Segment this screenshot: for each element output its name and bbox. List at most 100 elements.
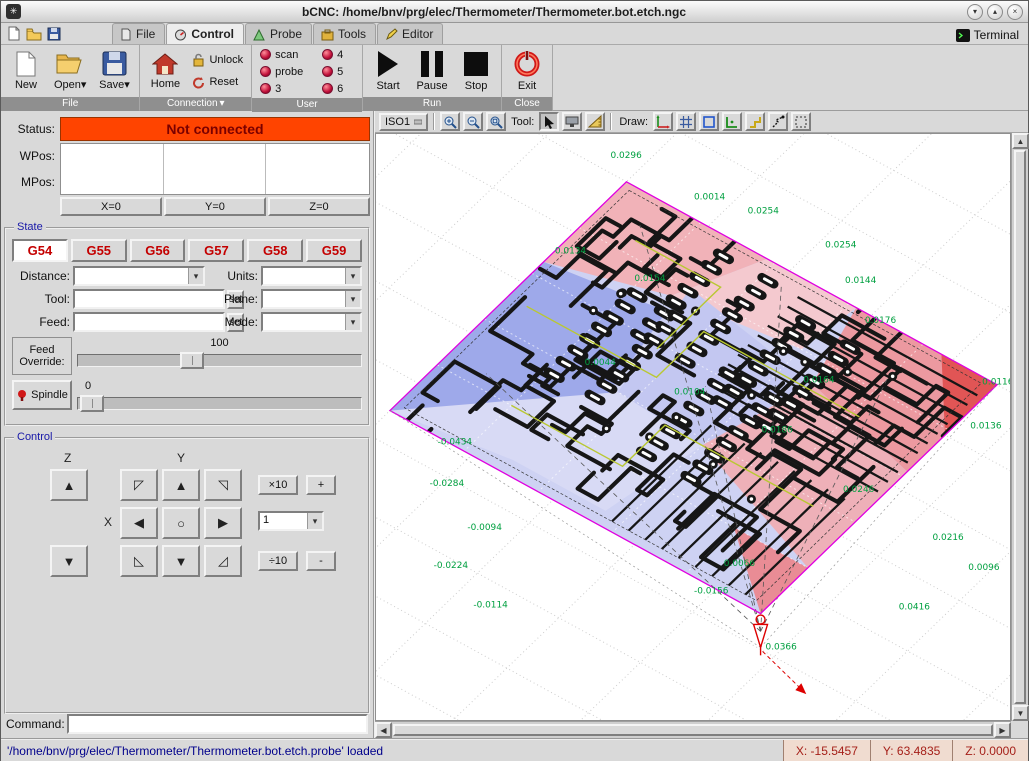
gantry-tool-button[interactable] [562, 112, 582, 131]
tab-file[interactable]: File [112, 23, 165, 44]
horizontal-scrollbar[interactable]: ◀ ▶ [375, 721, 1011, 738]
exit-button[interactable]: Exit [506, 46, 548, 96]
new-button[interactable]: New [5, 46, 47, 96]
tab-probe[interactable]: Probe [245, 23, 312, 44]
step-mul10-button[interactable]: ×10 [258, 475, 298, 495]
tab-file-label: File [136, 27, 155, 41]
jog-xy-se-button[interactable]: ◿ [204, 545, 242, 577]
step-size-select[interactable]: 1▾ [258, 511, 324, 531]
wcs-g57-button[interactable]: G57 [188, 239, 244, 262]
jog-origin-button[interactable]: ○ [162, 507, 200, 539]
user-button-6[interactable]: 6 [318, 81, 358, 97]
spindle-slider[interactable] [77, 397, 362, 410]
wcs-g59-button[interactable]: G59 [306, 239, 362, 262]
draw-workarea-button[interactable] [791, 112, 811, 131]
zero-z-button[interactable]: Z=0 [268, 197, 370, 216]
scroll-left-icon[interactable]: ◀ [375, 722, 392, 738]
plane-select[interactable]: ▾ [261, 289, 362, 309]
window-minimize-button[interactable]: ▾ [967, 4, 983, 20]
tab-control[interactable]: Control [166, 23, 244, 44]
scroll-down-icon[interactable]: ▼ [1012, 705, 1029, 721]
jog-z-minus-button[interactable]: ▼ [50, 545, 88, 577]
scroll-up-icon[interactable]: ▲ [1012, 133, 1029, 149]
save-file-icon[interactable] [44, 24, 64, 43]
start-button[interactable]: Start [367, 46, 409, 96]
chevron-down-icon[interactable]: ▾ [345, 268, 360, 284]
jog-group: Control Z Y ▲ ◸ ▲ ◹ ×10 + X ◀ ○ ▶ 1▾ ▼ ◺… [4, 437, 370, 714]
connection-status[interactable]: Not connected [60, 117, 370, 141]
zoom-fit-button[interactable] [486, 112, 506, 131]
zero-x-button[interactable]: X=0 [60, 197, 162, 216]
wcs-g55-button[interactable]: G55 [71, 239, 127, 262]
chevron-down-icon[interactable]: ▾ [345, 291, 360, 307]
unlock-button-label: Unlock [209, 54, 243, 66]
jog-x-plus-button[interactable]: ▶ [204, 507, 242, 539]
tab-editor[interactable]: Editor [377, 23, 443, 44]
pause-button[interactable]: Pause [411, 46, 453, 96]
window-maximize-button[interactable]: ▴ [987, 4, 1003, 20]
slider-handle[interactable] [80, 395, 104, 412]
unlock-button[interactable]: Unlock [188, 51, 247, 69]
draw-margin-button[interactable] [699, 112, 719, 131]
draw-grid-button[interactable] [676, 112, 696, 131]
open-file-icon[interactable] [24, 24, 44, 43]
wcs-g54-button[interactable]: G54 [12, 239, 68, 262]
feed-override-slider[interactable] [77, 354, 362, 367]
distance-select[interactable]: ▾ [73, 266, 205, 286]
spindle-toggle[interactable]: Spindle [12, 380, 72, 410]
draw-rapid-button[interactable] [768, 112, 788, 131]
step-div10-button[interactable]: ÷10 [258, 551, 298, 571]
horizontal-scroll-thumb[interactable] [393, 724, 993, 736]
scroll-right-icon[interactable]: ▶ [994, 722, 1011, 738]
zoom-in-button[interactable] [440, 112, 460, 131]
jog-y-plus-button[interactable]: ▲ [162, 469, 200, 501]
save-button[interactable]: Save▾ [93, 46, 135, 96]
draw-probe-button[interactable] [722, 112, 742, 131]
ruler-tool-button[interactable] [585, 112, 605, 131]
user-button-probe[interactable]: probe [256, 64, 318, 80]
zoom-out-button[interactable] [463, 112, 483, 131]
tab-tools[interactable]: Tools [313, 23, 376, 44]
user-button-3[interactable]: 3 [256, 81, 318, 97]
jog-xy-nw-button[interactable]: ◸ [120, 469, 158, 501]
user-button-scan[interactable]: scan [256, 47, 318, 63]
chevron-down-icon[interactable]: ▾ [188, 268, 203, 284]
chevron-down-icon[interactable]: ▾ [307, 513, 322, 529]
vertical-scroll-thumb[interactable] [1014, 150, 1026, 704]
select-tool-button[interactable] [539, 112, 559, 131]
window-close-button[interactable]: × [1007, 4, 1023, 20]
wcs-g56-button[interactable]: G56 [130, 239, 186, 262]
home-button[interactable]: Home [144, 46, 186, 96]
open-button[interactable]: Open▾ [49, 46, 91, 96]
slider-handle[interactable] [180, 352, 204, 369]
jog-x-minus-button[interactable]: ◀ [120, 507, 158, 539]
mode-select[interactable]: ▾ [261, 312, 362, 332]
feed-input[interactable] [73, 312, 225, 332]
tool-input[interactable] [73, 289, 225, 309]
command-input[interactable] [67, 714, 368, 734]
user-button-4[interactable]: 4 [318, 47, 358, 63]
jog-y-minus-button[interactable]: ▼ [162, 545, 200, 577]
svg-text:-0.0156: -0.0156 [694, 587, 729, 597]
vertical-scrollbar[interactable]: ▲ ▼ [1011, 133, 1028, 721]
distance-label: Distance: [12, 269, 70, 283]
wcs-g58-button[interactable]: G58 [247, 239, 303, 262]
svg-text:0.0116: 0.0116 [982, 378, 1010, 388]
draw-paths-button[interactable] [745, 112, 765, 131]
jog-z-plus-button[interactable]: ▲ [50, 469, 88, 501]
draw-axes-button[interactable] [653, 112, 673, 131]
chevron-down-icon[interactable]: ▾ [345, 314, 360, 330]
jog-xy-ne-button[interactable]: ◹ [204, 469, 242, 501]
stop-button[interactable]: Stop [455, 46, 497, 96]
new-file-icon[interactable] [4, 24, 24, 43]
reset-button[interactable]: Reset [188, 73, 247, 91]
units-select[interactable]: ▾ [261, 266, 362, 286]
zero-y-button[interactable]: Y=0 [164, 197, 266, 216]
step-plus-button[interactable]: + [306, 475, 336, 495]
view-select[interactable]: ISO1 [379, 113, 428, 131]
terminal-label[interactable]: Terminal [974, 28, 1019, 42]
user-button-5[interactable]: 5 [318, 64, 358, 80]
jog-xy-sw-button[interactable]: ◺ [120, 545, 158, 577]
step-minus-button[interactable]: - [306, 551, 336, 571]
gcode-canvas[interactable]: 0.02960.00140.02540.02540.01440.01760.01… [376, 134, 1010, 720]
